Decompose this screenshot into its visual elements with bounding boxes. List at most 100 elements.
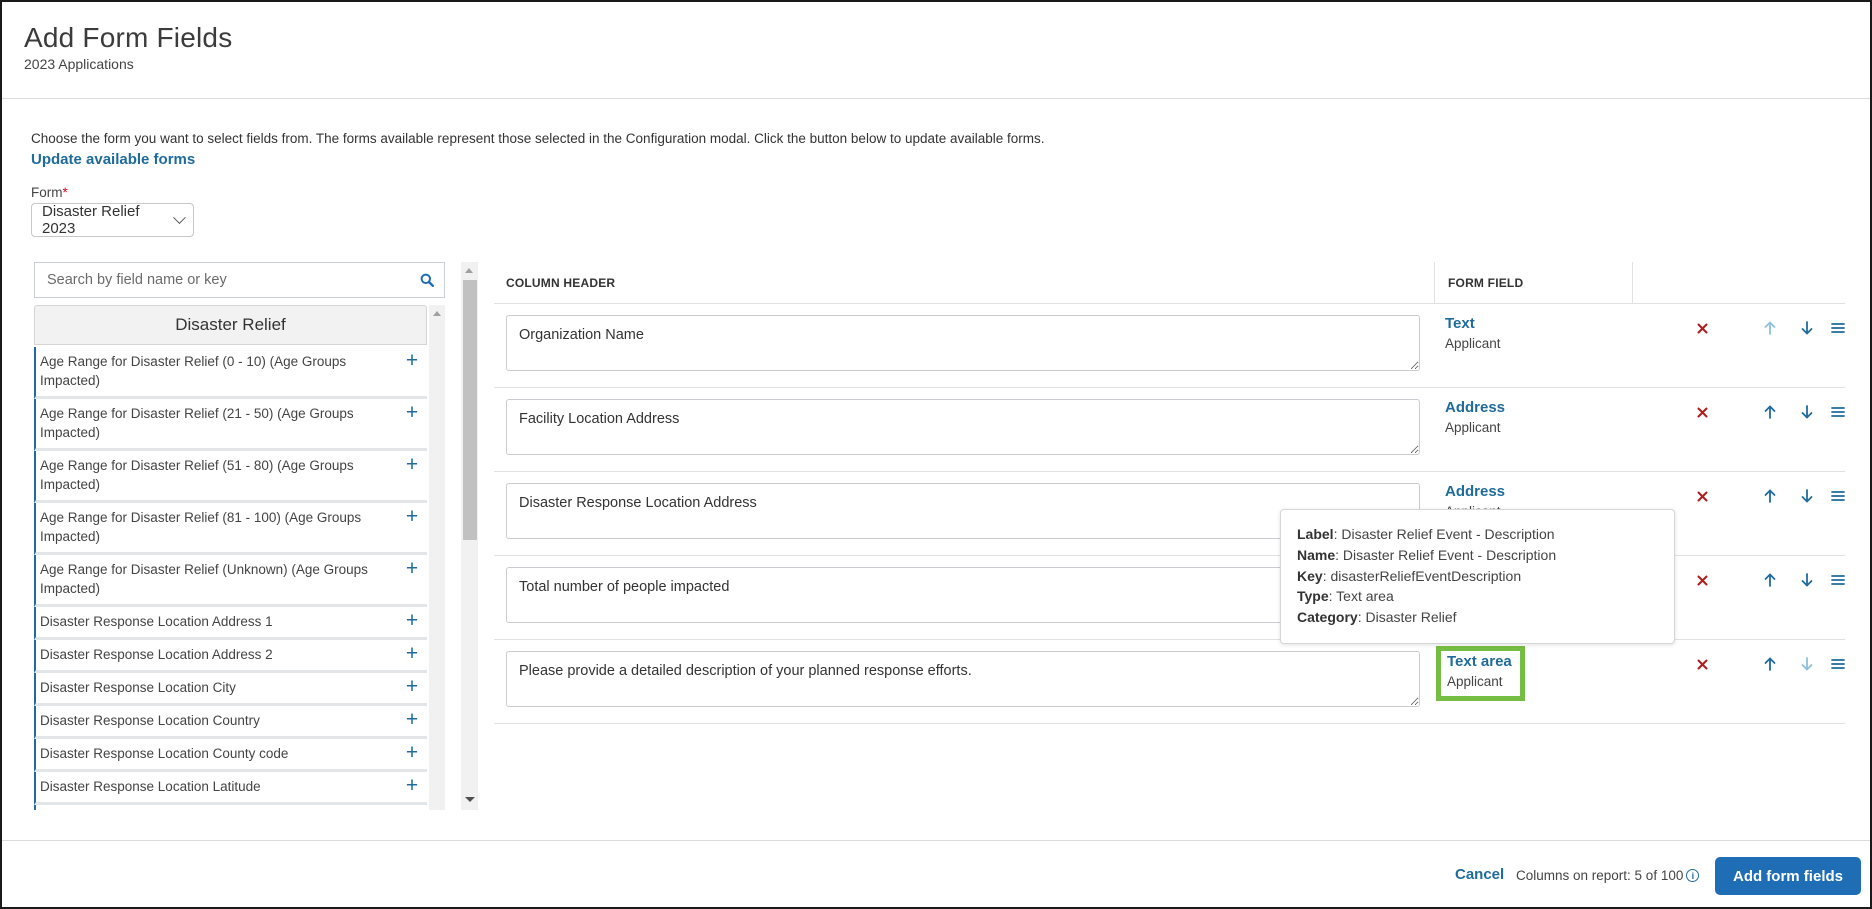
- remove-icon[interactable]: [1692, 486, 1712, 506]
- tooltip-type-line: Type: Text area: [1297, 588, 1394, 605]
- plus-icon[interactable]: +: [405, 350, 419, 371]
- table-row: Text Applicant: [494, 304, 1845, 388]
- field-list-item-label: Age Range for Disaster Relief (51 - 80) …: [40, 458, 354, 492]
- plus-icon[interactable]: +: [405, 643, 419, 664]
- field-search-box: [34, 262, 445, 298]
- arrow-down-icon[interactable]: [1797, 318, 1817, 338]
- tooltip-key-value: disasterReliefEventDescription: [1330, 567, 1522, 584]
- tooltip-category-value: Disaster Relief: [1365, 609, 1457, 626]
- field-list-item[interactable]: Age Range for Disaster Relief (0 - 10) (…: [34, 347, 427, 399]
- arrow-up-icon[interactable]: [1760, 486, 1780, 506]
- plus-icon[interactable]: +: [405, 454, 419, 475]
- scroll-down-arrow-icon[interactable]: [465, 797, 475, 802]
- drag-handle-icon[interactable]: [1828, 654, 1848, 674]
- arrow-up-icon[interactable]: [1760, 570, 1780, 590]
- drag-handle-icon[interactable]: [1828, 402, 1848, 422]
- cancel-button[interactable]: Cancel: [1455, 866, 1504, 883]
- arrow-down-icon[interactable]: [1797, 402, 1817, 422]
- arrow-up-icon[interactable]: [1760, 654, 1780, 674]
- drag-handle-icon[interactable]: [1828, 570, 1848, 590]
- arrow-up-icon[interactable]: [1760, 402, 1780, 422]
- field-list-item[interactable]: Age Range for Disaster Relief (Unknown) …: [34, 555, 427, 607]
- form-field-heading: FORM FIELD: [1434, 262, 1632, 304]
- field-list-item[interactable]: Disaster Response Location Country +: [34, 706, 427, 739]
- scroll-up-arrow-icon[interactable]: [465, 268, 473, 273]
- field-list-item-label: Age Range for Disaster Relief (Unknown) …: [40, 562, 368, 596]
- plus-icon[interactable]: +: [405, 402, 419, 423]
- form-field-type-link[interactable]: Text area: [1447, 652, 1512, 672]
- field-list-item[interactable]: Disaster Response Location Address 2 +: [34, 640, 427, 673]
- column-header-input[interactable]: [506, 399, 1420, 455]
- form-field-category: Applicant: [1447, 674, 1503, 689]
- actions-heading-divider: [1632, 262, 1633, 304]
- form-field-type-link[interactable]: Address: [1445, 398, 1505, 418]
- plus-icon[interactable]: +: [405, 709, 419, 730]
- field-list-scrollbar[interactable]: [429, 305, 445, 810]
- plus-icon[interactable]: +: [405, 775, 419, 796]
- field-list-item[interactable]: Age Range for Disaster Relief (21 - 50) …: [34, 399, 427, 451]
- form-field-type-link[interactable]: Address: [1445, 482, 1505, 502]
- form-field-category: Applicant: [1445, 420, 1501, 435]
- tooltip-name-key: Name: [1297, 546, 1336, 563]
- scrollbar-thumb[interactable]: [463, 280, 477, 540]
- scroll-up-arrow-icon[interactable]: [433, 311, 441, 316]
- field-list-item[interactable]: Disaster Response Location County code +: [34, 739, 427, 772]
- selected-fields-table: COLUMN HEADER FORM FIELD TextApplicantAd…: [494, 262, 1845, 724]
- drag-handle-icon[interactable]: [1828, 486, 1848, 506]
- remove-icon[interactable]: [1692, 570, 1712, 590]
- form-label-text: Form: [31, 185, 63, 200]
- arrow-down-icon[interactable]: [1797, 570, 1817, 590]
- footer-divider: [2, 840, 1870, 841]
- form-field-cell: Address Applicant: [1445, 398, 1505, 438]
- search-icon[interactable]: [410, 273, 444, 287]
- field-list-item-label: Age Range for Disaster Relief (0 - 10) (…: [40, 354, 347, 388]
- tooltip-key-key: Key: [1297, 567, 1323, 584]
- column-header-input[interactable]: [506, 651, 1420, 707]
- remove-icon[interactable]: [1692, 318, 1712, 338]
- plus-icon[interactable]: +: [405, 610, 419, 631]
- field-list-item[interactable]: Disaster Response Location Longitude+: [34, 805, 427, 810]
- field-list-item[interactable]: Disaster Response Location City +: [34, 673, 427, 706]
- field-list-item-label: Age Range for Disaster Relief (21 - 50) …: [40, 406, 354, 440]
- field-list-item[interactable]: Disaster Response Location Address 1 +: [34, 607, 427, 640]
- tooltip-category-key: Category: [1297, 609, 1358, 626]
- plus-icon[interactable]: +: [405, 742, 419, 763]
- field-list: Age Range for Disaster Relief (0 - 10) (…: [34, 347, 427, 810]
- arrow-down-icon[interactable]: [1797, 486, 1817, 506]
- form-select-label: Form*: [31, 185, 68, 200]
- table-header: COLUMN HEADER FORM FIELD: [494, 262, 1845, 304]
- field-info-tooltip: Label: Disaster Relief Event - Descripti…: [1280, 509, 1675, 644]
- field-list-item[interactable]: Disaster Response Location Latitude +: [34, 772, 427, 805]
- field-list-item-label: Age Range for Disaster Relief (81 - 100)…: [40, 510, 362, 544]
- drag-handle-icon[interactable]: [1828, 318, 1848, 338]
- modal-scrollbar[interactable]: [461, 262, 478, 810]
- plus-icon[interactable]: +: [405, 558, 419, 579]
- tooltip-type-value: Text area: [1336, 588, 1394, 605]
- add-form-fields-button[interactable]: Add form fields: [1715, 857, 1861, 895]
- update-available-forms-link[interactable]: Update available forms: [31, 151, 195, 168]
- remove-icon[interactable]: [1692, 402, 1712, 422]
- tooltip-label-line: Label: Disaster Relief Event - Descripti…: [1297, 526, 1555, 542]
- info-icon[interactable]: i: [1686, 869, 1700, 882]
- plus-icon[interactable]: +: [405, 676, 419, 697]
- page-title: Add Form Fields: [24, 22, 233, 53]
- remove-icon[interactable]: [1692, 654, 1712, 674]
- field-search-input[interactable]: [35, 263, 410, 297]
- column-header-input[interactable]: [506, 315, 1420, 371]
- form-field-type-link[interactable]: Text: [1445, 314, 1501, 334]
- form-select[interactable]: Disaster Relief 2023: [31, 203, 194, 237]
- form-field-category: Applicant: [1445, 336, 1501, 351]
- instructions-text: Choose the form you want to select field…: [31, 131, 1045, 146]
- arrow-down-icon: [1797, 654, 1817, 674]
- field-list-item-label: Disaster Response Location Country: [40, 713, 260, 728]
- table-row: Address Applicant: [494, 388, 1845, 472]
- tooltip-category-line: Category: Disaster Relief: [1297, 609, 1457, 626]
- header-divider: [2, 98, 1870, 99]
- field-list-item[interactable]: Age Range for Disaster Relief (51 - 80) …: [34, 451, 427, 503]
- chevron-down-icon: [172, 211, 185, 224]
- field-list-item[interactable]: Age Range for Disaster Relief (81 - 100)…: [34, 503, 427, 555]
- page-subtitle: 2023 Applications: [24, 56, 134, 72]
- plus-icon[interactable]: +: [405, 506, 419, 527]
- columns-count: Columns on report: 5 of 100 i: [1516, 868, 1700, 883]
- field-list-item-label: Disaster Response Location County code: [40, 746, 289, 761]
